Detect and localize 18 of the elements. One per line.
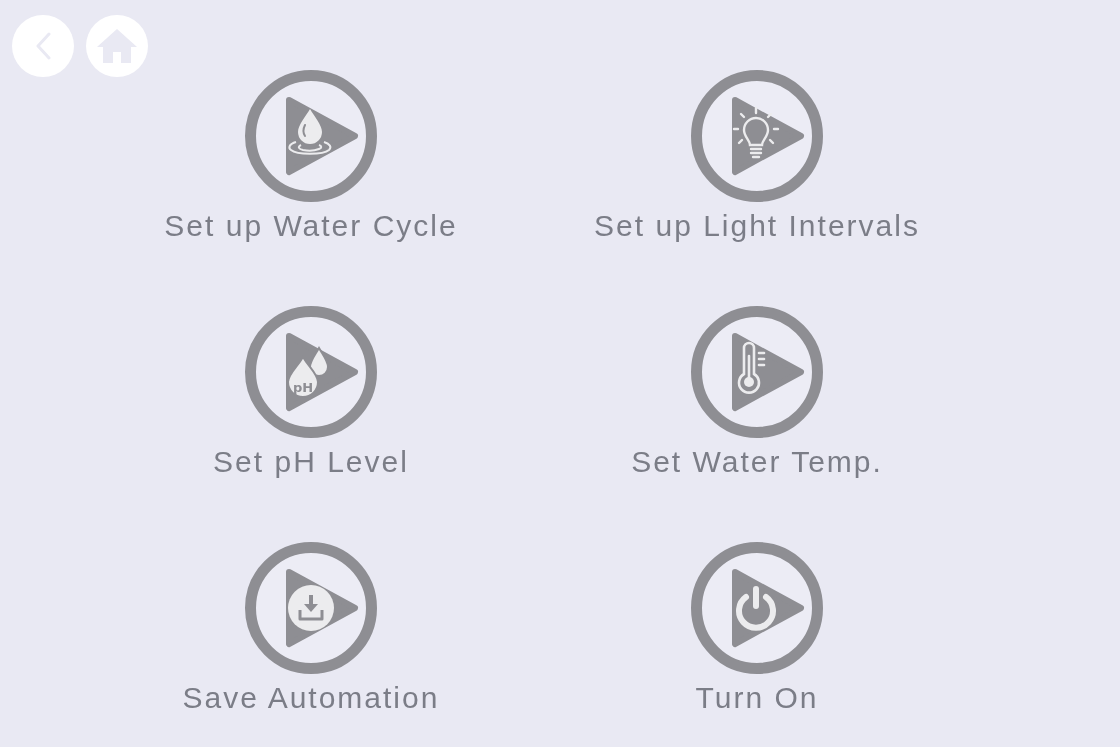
play-circle-icon xyxy=(245,70,377,202)
play-circle-icon xyxy=(691,542,823,674)
play-circle-icon xyxy=(691,70,823,202)
play-circle-icon xyxy=(245,306,377,438)
water-drops-icon xyxy=(287,347,329,398)
menu-button[interactable]: Save Automation xyxy=(182,542,440,716)
play-circle-icon xyxy=(691,306,823,438)
water-drop-icon xyxy=(288,109,332,155)
power-icon xyxy=(736,586,776,631)
light-bulb-icon xyxy=(732,106,780,159)
menu-button[interactable]: Set up Light Intervals xyxy=(594,70,920,244)
menu-button[interactable]: Set Water Temp. xyxy=(631,306,883,480)
ph-symbol: pH xyxy=(292,380,314,395)
thermometer-icon xyxy=(737,341,766,394)
download-icon xyxy=(288,585,334,631)
menu-button[interactable]: Set up Water Cycle xyxy=(164,70,458,244)
menu-button[interactable]: pH Set pH Level xyxy=(213,306,409,480)
menu-button[interactable]: Turn On xyxy=(691,542,823,716)
